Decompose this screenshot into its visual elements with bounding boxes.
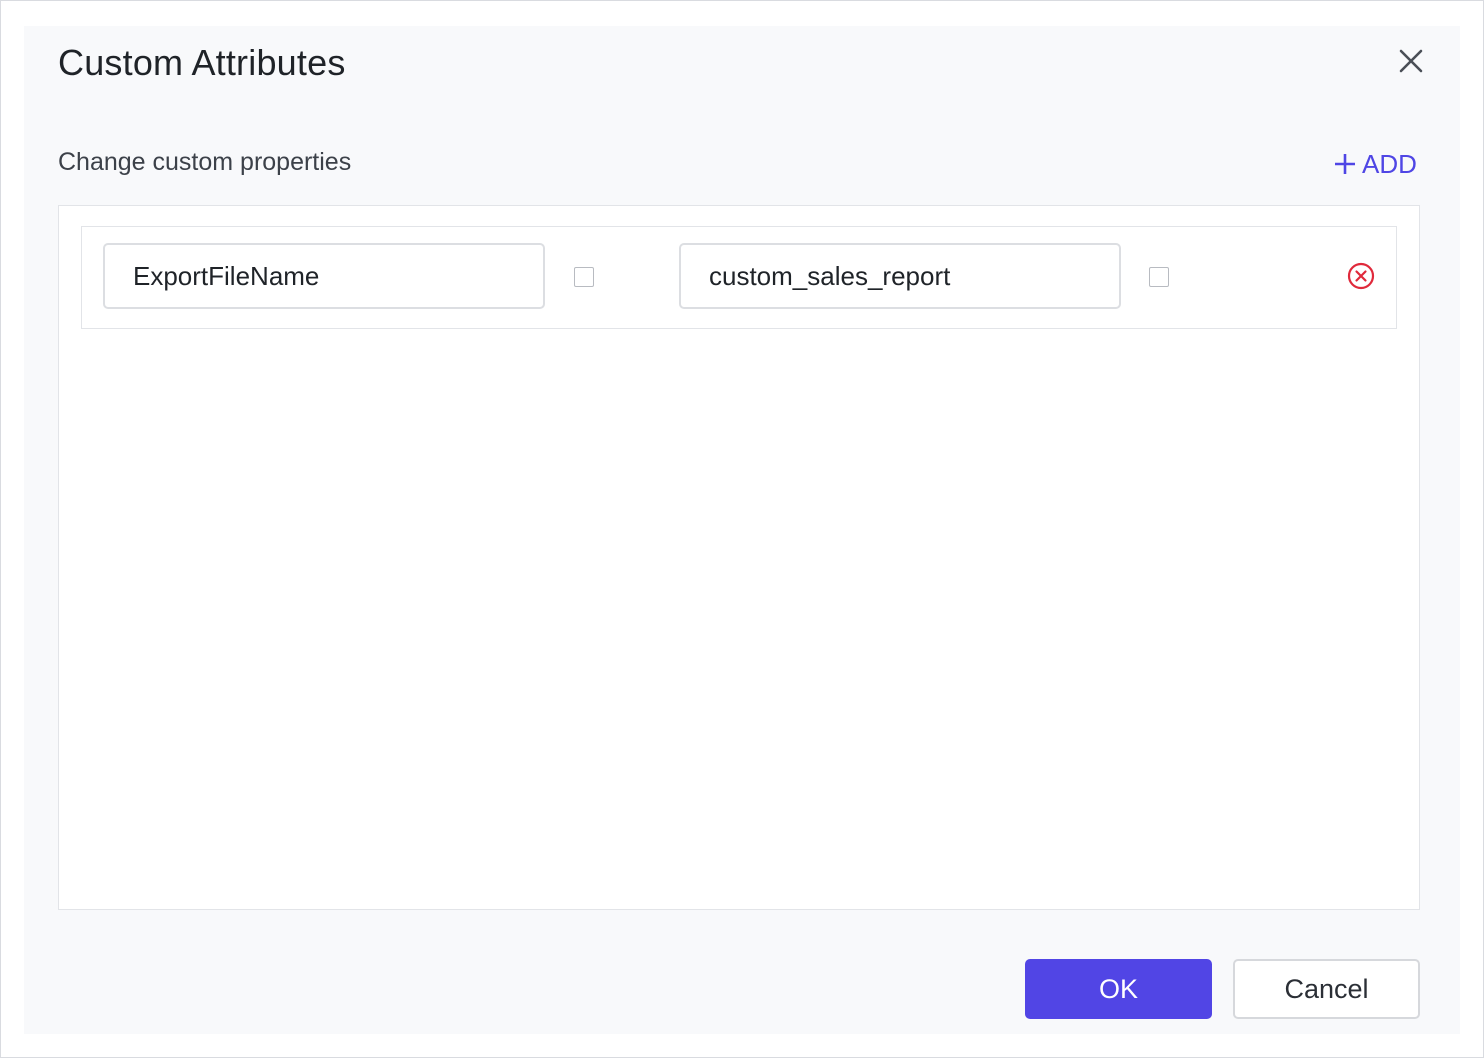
plus-icon (1334, 153, 1356, 175)
remove-property-button[interactable] (1346, 261, 1376, 291)
close-icon (1399, 49, 1423, 73)
properties-panel (58, 205, 1420, 910)
section-label: Change custom properties (58, 148, 352, 176)
property-value-checkbox[interactable] (1149, 267, 1169, 287)
screenshot-frame: Custom Attributes Change custom properti… (0, 0, 1484, 1058)
cancel-button[interactable]: Cancel (1233, 959, 1420, 1019)
custom-attributes-dialog: Custom Attributes Change custom properti… (24, 26, 1460, 1034)
property-key-checkbox[interactable] (574, 267, 594, 287)
add-label: ADD (1362, 148, 1417, 179)
remove-circle-icon (1347, 262, 1375, 290)
add-property-button[interactable]: ADD (1334, 146, 1417, 182)
property-key-input[interactable] (103, 243, 545, 309)
close-button[interactable] (1394, 44, 1428, 78)
ok-button[interactable]: OK (1025, 959, 1212, 1019)
property-value-input[interactable] (679, 243, 1121, 309)
property-row (81, 226, 1397, 329)
dialog-title: Custom Attributes (58, 42, 346, 83)
